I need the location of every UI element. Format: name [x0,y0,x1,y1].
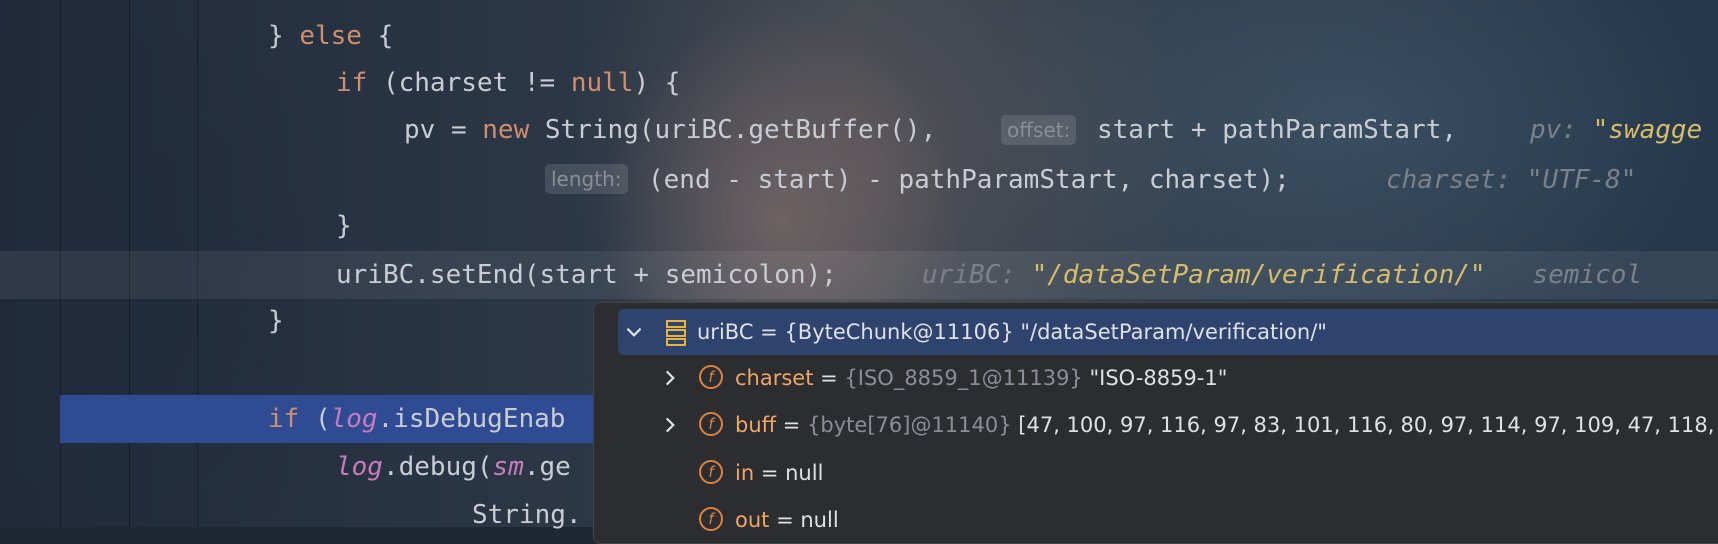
tree-row-text: charset = {ISO_8859_1@11139} "ISO-8859-1… [735,355,1227,401]
code-token: String. [472,500,582,530]
code-token: { [361,21,394,51]
inline-value-charset: charset: "UTF-8" [1386,157,1636,203]
tree-row-text: buff = {byte[76]@11140} [47, 100, 97, 11… [735,402,1718,448]
code-token: } [268,21,300,51]
field-log: log [330,404,378,434]
tree-row-label: uriBC = {ByteChunk@11106} "/dataSetParam… [697,320,1327,344]
tree-row-text: in = null [735,450,823,496]
field-eq: = [754,461,786,485]
tree-row-buff[interactable]: f buff = {byte[76]@11140} [47, 100, 97, … [594,402,1718,448]
tree-row-out[interactable]: f out = null [594,497,1718,543]
code-token: pv = [404,115,483,145]
code-token: uriBC.setEnd(start + semicolon); [336,260,837,290]
chevron-down-icon[interactable] [623,321,645,343]
code-line-log-debug: log.debug(sm.ge [336,444,571,490]
inline-value-label: semicol [1532,260,1643,290]
code-token: .isDebugEnab [377,404,566,434]
code-token: (end - start) - pathParamStart, charset)… [648,165,1290,195]
inline-value-label: pv: [1530,115,1577,145]
code-line-string: String. [472,492,582,538]
field-eq: = [813,366,845,390]
inline-value: "/dataSetParam/verification/" [1031,260,1486,290]
field-sm: sm [492,452,524,482]
code-line-close-brace: } [336,203,352,249]
field-value: null [800,508,839,532]
code-token: ( [299,404,331,434]
field-eq: = [769,508,801,532]
keyword-else: else [299,21,362,51]
inline-value-label: uriBC: [922,260,1016,290]
code-line-length-arg: (end - start) - pathParamStart, charset)… [648,157,1290,203]
field-name: in [735,461,755,485]
code-line-if-debug: if (log.isDebugEnab [268,396,565,442]
code-token: (charset != [367,68,571,98]
field-icon: f [699,460,723,484]
keyword-new: new [482,115,530,145]
code-token: .debug( [382,452,493,482]
code-line-close-brace: } [268,298,284,344]
parameter-hint-length: length: [545,164,628,194]
object-stack-icon [666,320,686,346]
code-token: start + pathParamStart, [1097,107,1457,153]
field-value: null [785,461,824,485]
field-type: {ISO_8859_1@11139} [844,366,1083,390]
chevron-right-icon[interactable] [659,414,681,436]
code-line-set-end: uriBC.setEnd(start + semicolon); [336,252,837,298]
tree-row-charset[interactable]: f charset = {ISO_8859_1@11139} "ISO-8859… [594,355,1718,401]
field-icon: f [699,412,723,436]
debugger-variables-popup[interactable]: uriBC = {ByteChunk@11106} "/dataSetParam… [593,302,1718,544]
field-icon: f [699,365,723,389]
tree-row-uribc[interactable]: uriBC = {ByteChunk@11106} "/dataSetParam… [618,309,1718,355]
keyword-if: if [336,68,368,98]
chevron-right-icon[interactable] [659,367,681,389]
code-line-if-charset: if (charset != null) { [336,60,680,106]
tree-row-text: out = null [735,497,839,543]
field-name: out [735,508,770,532]
field-log: log [336,452,383,482]
field-type: {byte[76]@11140} [807,413,1012,437]
parameter-hint-offset: offset: [1001,115,1077,145]
field-icon: f [699,507,723,531]
inline-value-label: charset: [1386,165,1512,195]
inline-value: "swagge [1592,115,1703,145]
field-name: charset [735,366,814,390]
field-eq: = [776,413,808,437]
keyword-if: if [268,404,300,434]
tree-row-in[interactable]: f in = null [594,450,1718,496]
field-value: [47, 100, 97, 116, 97, 83, 101, 116, 80,… [1011,413,1718,437]
code-token: } [336,211,352,241]
code-token: start + pathParamStart, [1097,115,1458,145]
code-line-else: } else { [268,13,393,59]
inline-value-uribc: uriBC: "/dataSetParam/verification/" sem… [922,252,1718,298]
code-token: } [268,306,284,336]
keyword-null: null [570,68,634,98]
code-token: .ge [523,452,571,482]
field-name: buff [735,413,777,437]
field-value: "ISO-8859-1" [1082,366,1228,390]
code-token: String(uriBC.getBuffer(), [529,115,952,145]
inline-value-pv: pv: "swagge [1530,107,1702,153]
code-token: ) { [633,68,681,98]
inline-value: "UTF-8" [1526,165,1637,195]
